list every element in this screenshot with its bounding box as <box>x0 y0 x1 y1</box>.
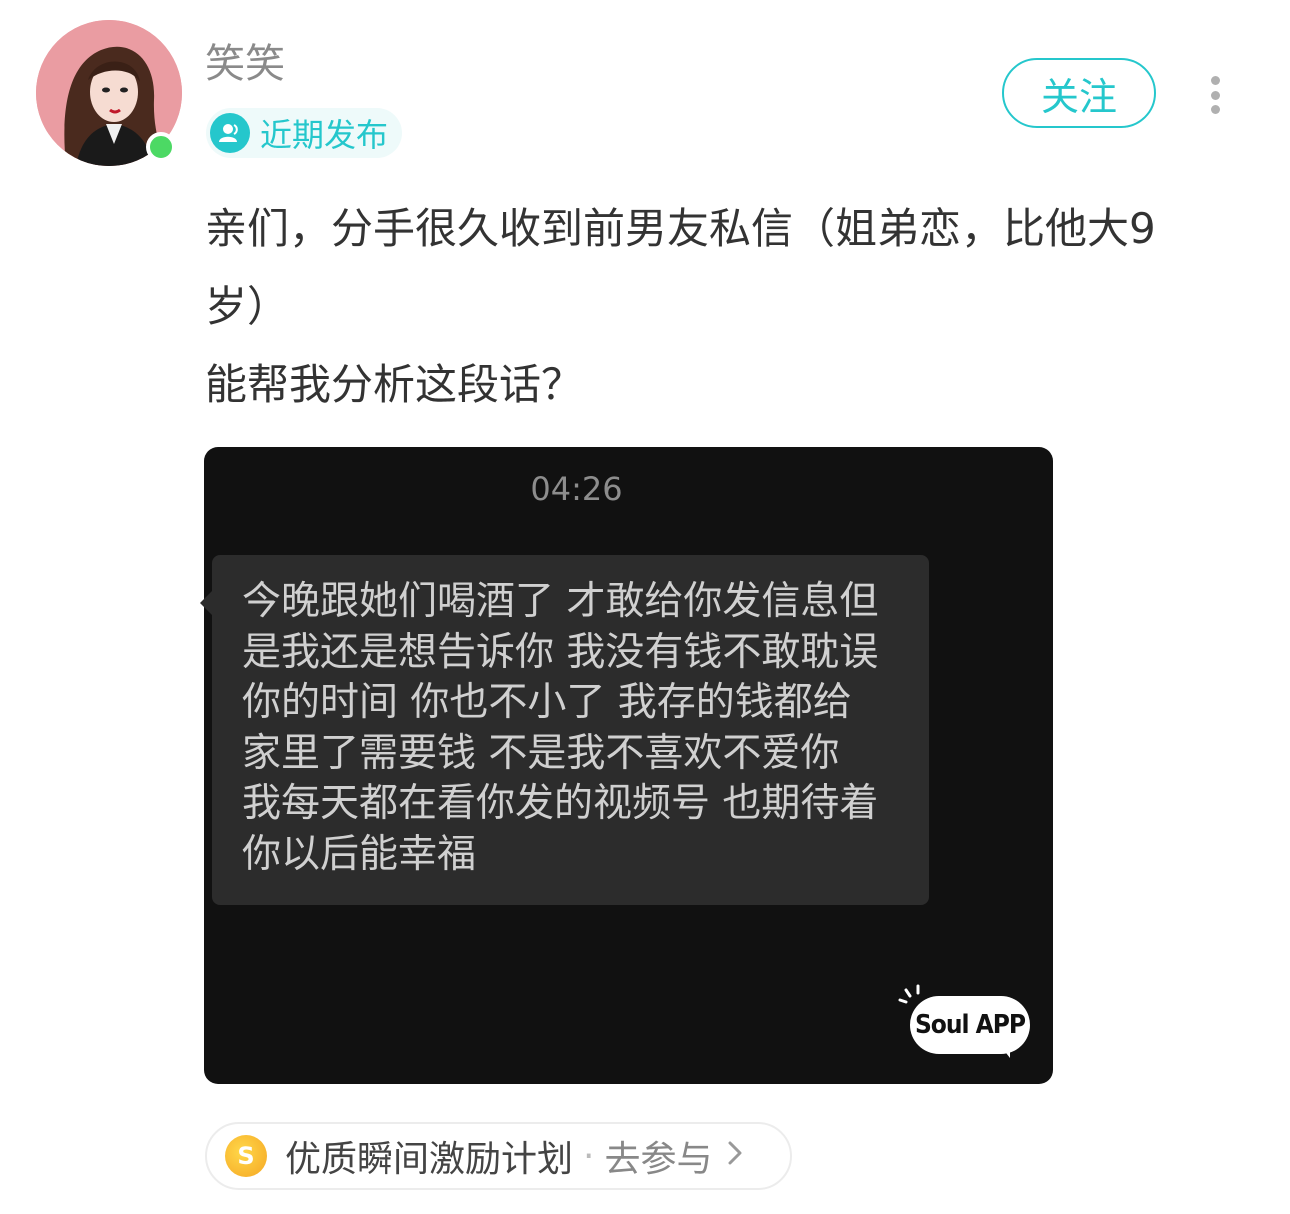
recent-post-tag[interactable]: 近期发布 <box>206 108 403 158</box>
post-content: 亲们，分手很久收到前男友私信（姐弟恋，比他大9 岁） 能帮我分析这段话？ <box>205 190 1235 424</box>
recent-post-label: 近期发布 <box>260 116 389 154</box>
message-line: 家里了需要钱 不是我不喜欢不爱你 <box>242 730 840 776</box>
more-vertical-icon[interactable] <box>1198 70 1232 120</box>
incentive-separator: · <box>583 1135 595 1177</box>
post-text-line: 能帮我分析这段话？ <box>205 360 584 409</box>
incentive-program-link[interactable]: S 优质瞬间激励计划 · 去参与 <box>205 1122 792 1190</box>
post-text-line: 岁） <box>205 282 290 331</box>
chevron-right-icon <box>726 1136 744 1176</box>
message-bubble: 今晚跟她们喝酒了 才敢给你发信息但 是我还是想告诉你 我没有钱不敢耽误 你的时间… <box>200 555 929 905</box>
username[interactable]: 笑笑 <box>205 38 285 90</box>
coin-icon: S <box>225 1135 267 1177</box>
follow-button[interactable]: 关注 <box>1002 58 1156 128</box>
soul-app-watermark: Soul APP <box>910 996 1030 1054</box>
post-text-line: 亲们，分手很久收到前男友私信（姐弟恋，比他大9 <box>205 204 1156 253</box>
incentive-action: 去参与 <box>604 1139 713 1180</box>
message-line: 你的时间 你也不小了 我存的钱都给 <box>242 680 852 725</box>
incentive-title: 优质瞬间激励计划 <box>285 1139 574 1180</box>
message-line: 你以后能幸福 <box>242 831 477 877</box>
message-line: 是我还是想告诉你 我没有钱不敢耽误 <box>242 629 879 675</box>
user-tag-icon <box>210 113 250 153</box>
message-line: 我每天都在看你发的视频号 也期待着 <box>242 781 879 826</box>
message-line: 今晚跟她们喝酒了 才敢给你发信息但 <box>242 579 879 624</box>
message-time: 04:26 <box>530 470 623 508</box>
online-status-dot <box>146 132 176 162</box>
